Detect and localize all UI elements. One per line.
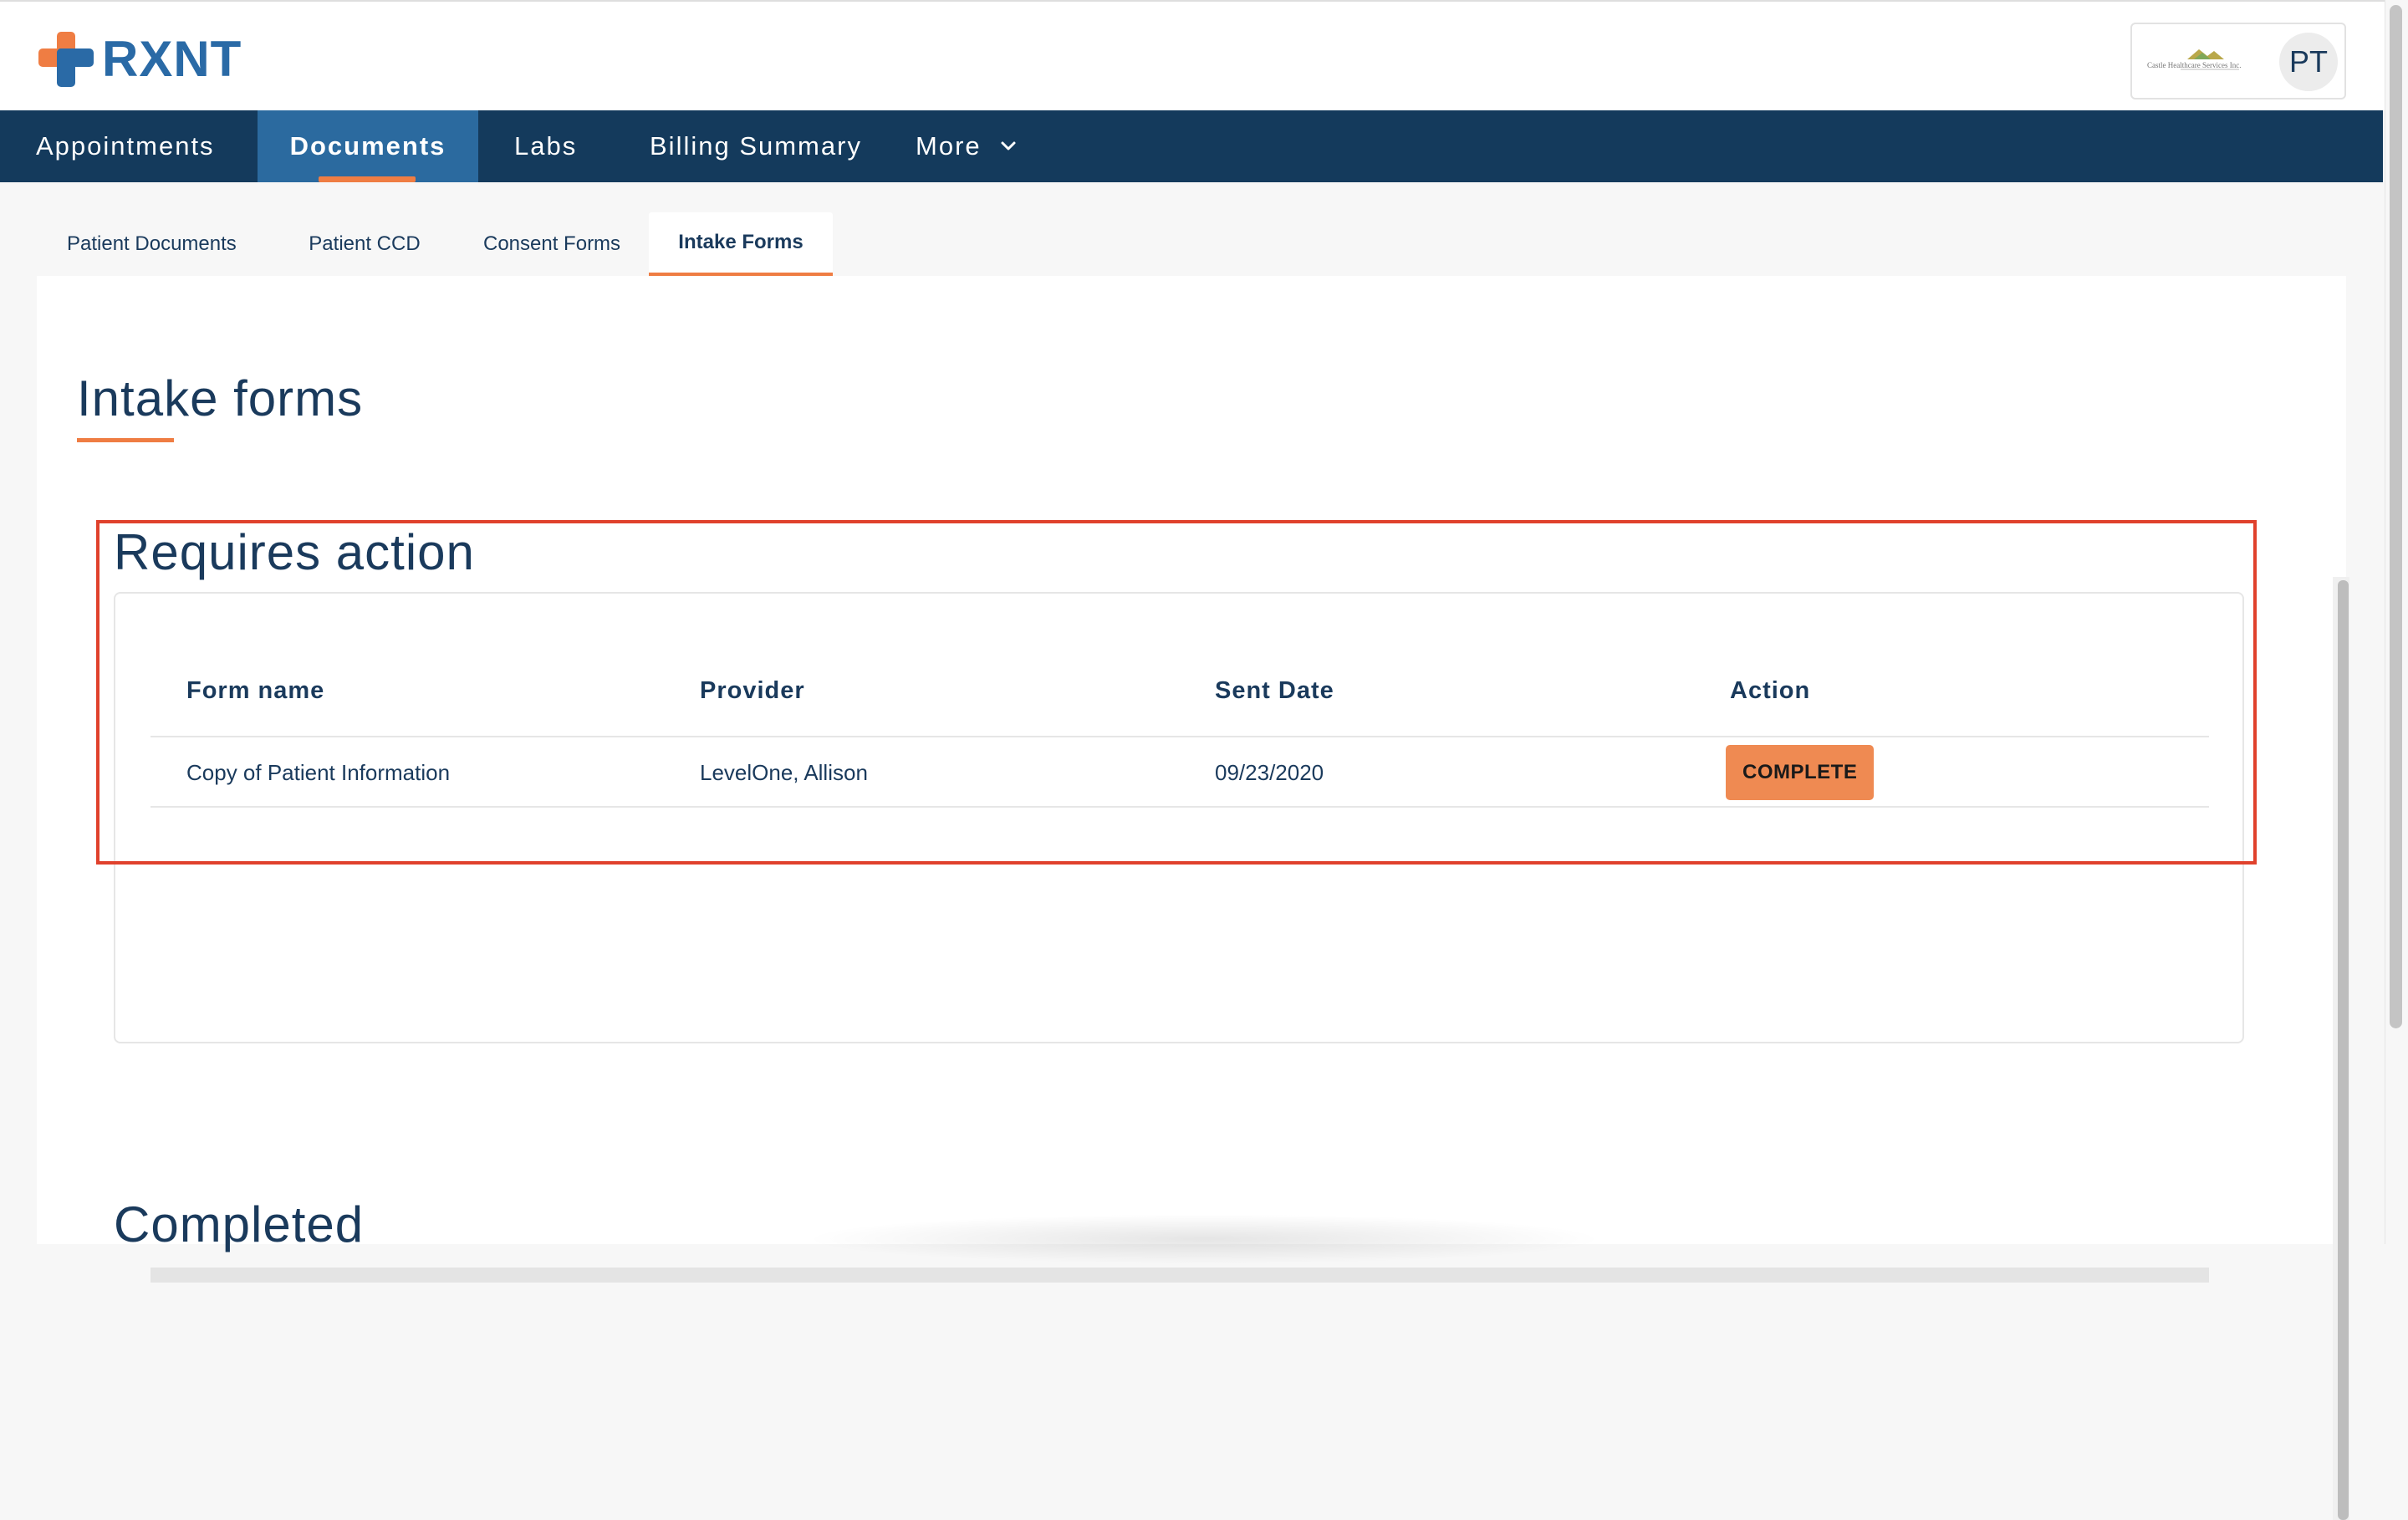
- action-cell: COMPLETE: [1726, 737, 1875, 808]
- tab-patient-ccd[interactable]: Patient CCD: [274, 212, 455, 276]
- form-name-cell: Copy of Patient Information: [186, 759, 451, 785]
- requires-action-table: Form name Provider Sent Date Action Copy…: [150, 644, 2209, 808]
- document-subtabs: Patient Documents Patient CCD Consent Fo…: [37, 212, 833, 276]
- tab-label: Consent Forms: [483, 232, 621, 255]
- provider-cell: LevelOne, Allison: [700, 759, 868, 785]
- table-row: Copy of Patient Information LevelOne, Al…: [150, 737, 2209, 808]
- tab-consent-forms[interactable]: Consent Forms: [455, 212, 649, 276]
- main-navigation: Appointments Documents Labs Billing Summ…: [0, 110, 2383, 182]
- sent-date-cell: 09/23/2020: [1215, 759, 1324, 785]
- rxnt-cross-icon: [38, 32, 94, 87]
- table-horizontal-scrollbar[interactable]: [150, 1268, 2209, 1283]
- practice-account-menu[interactable]: Castle Healthcare Services Inc. PT: [2130, 23, 2346, 99]
- tab-label: Patient CCD: [309, 232, 421, 255]
- tab-label: Intake Forms: [678, 231, 804, 253]
- intake-forms-panel: Intake forms Requires action Form name P…: [37, 276, 2349, 1520]
- completed-title: Completed: [114, 1196, 365, 1252]
- tab-patient-documents[interactable]: Patient Documents: [37, 212, 274, 276]
- page-scrollbar-thumb[interactable]: [2390, 5, 2402, 1028]
- nav-labs[interactable]: Labs: [478, 110, 612, 182]
- active-nav-indicator: [319, 176, 416, 182]
- title-underline: [77, 438, 174, 442]
- practice-logo: Castle Healthcare Services Inc.: [2147, 43, 2273, 81]
- column-header-action: Action: [1730, 676, 1811, 704]
- chevron-down-icon: [1000, 140, 1017, 152]
- logo-text: RXNT: [102, 31, 242, 87]
- complete-button[interactable]: COMPLETE: [1726, 745, 1875, 800]
- nav-label: Billing Summary: [650, 131, 862, 161]
- content-scrollbar-thumb[interactable]: [2338, 580, 2349, 1520]
- requires-action-title: Requires action: [114, 524, 475, 580]
- avatar[interactable]: PT: [2279, 33, 2338, 91]
- nav-label: Labs: [514, 131, 578, 161]
- tab-label: Patient Documents: [67, 232, 237, 255]
- nav-label: More: [916, 131, 982, 161]
- nav-appointments[interactable]: Appointments: [0, 110, 258, 182]
- nav-label: Appointments: [36, 131, 215, 161]
- nav-billing-summary[interactable]: Billing Summary: [612, 110, 901, 182]
- tab-intake-forms[interactable]: Intake Forms: [649, 212, 833, 276]
- nav-documents[interactable]: Documents: [258, 110, 478, 182]
- column-header-sent-date: Sent Date: [1215, 676, 1334, 704]
- column-header-form-name: Form name: [186, 676, 325, 704]
- nav-more[interactable]: More: [901, 110, 1085, 182]
- nav-label: Documents: [289, 131, 446, 161]
- page-title: Intake forms: [77, 370, 364, 426]
- toast-shadow: [803, 1214, 1605, 1264]
- table-header: Form name Provider Sent Date Action: [150, 644, 2209, 737]
- column-header-provider: Provider: [700, 676, 805, 704]
- rxnt-logo[interactable]: RXNT: [38, 32, 242, 87]
- practice-name: Castle Healthcare Services Inc.: [2147, 61, 2242, 69]
- app-header: RXNT Castle Healthcare Services Inc. PT: [0, 0, 2385, 110]
- requires-action-card: Form name Provider Sent Date Action Copy…: [114, 592, 2244, 1283]
